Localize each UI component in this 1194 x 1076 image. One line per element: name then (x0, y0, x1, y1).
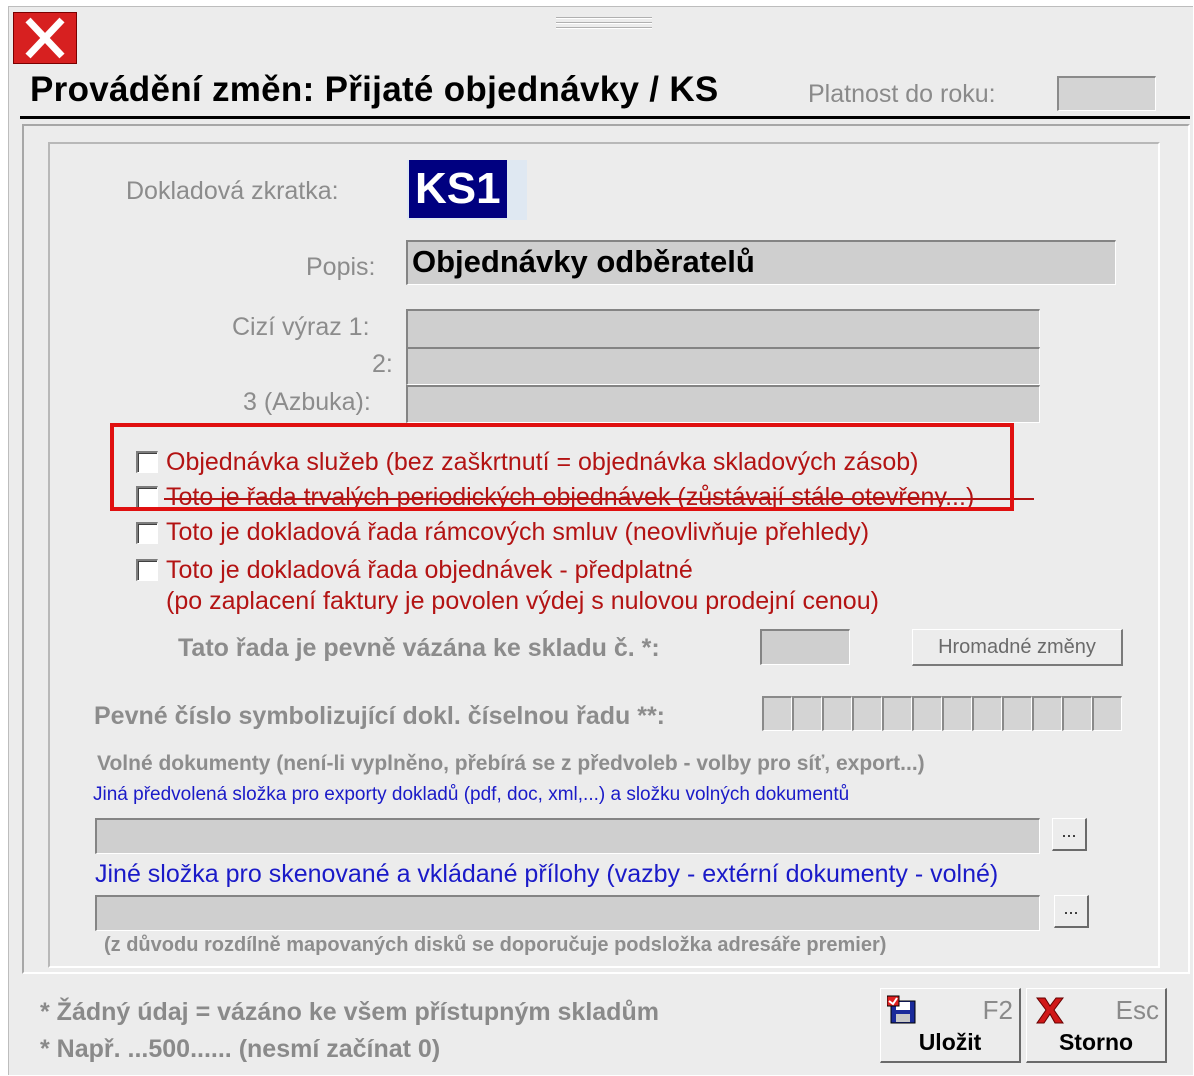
footer-note-2: * Např. ...500...... (nesmí začínat 0) (40, 1035, 441, 1063)
pevne-cislo-segment[interactable] (852, 696, 882, 731)
cizi-vyraz-2-label: 2: (372, 350, 393, 378)
pevne-cislo-segment[interactable] (882, 696, 912, 731)
skeny-folder-browse-button[interactable]: ... (1054, 895, 1089, 928)
cancel-x-icon (1036, 997, 1064, 1024)
save-button[interactable]: F2 Uložit (880, 988, 1021, 1063)
pevne-cislo-segment[interactable] (942, 696, 972, 731)
drag-handle[interactable] (556, 14, 652, 32)
cancel-label: Storno (1058, 1029, 1134, 1055)
disk-mapping-note: (z důvodu rozdílně mapovaných disků se d… (104, 934, 887, 956)
save-label: Uložit (918, 1029, 982, 1055)
pevne-cislo-segment[interactable] (1092, 696, 1122, 731)
footer-note-1: * Žádný údaj = vázáno ke všem přístupným… (40, 998, 659, 1026)
pevne-cislo-segment[interactable] (1062, 696, 1092, 731)
pevne-cislo-segment[interactable] (792, 696, 822, 731)
pevne-cislo-label: Pevné číslo symbolizující dokl. číselnou… (94, 702, 665, 730)
hromadne-zmeny-button[interactable]: Hromadné změny (912, 629, 1123, 666)
pevne-cislo-segment[interactable] (972, 696, 1002, 731)
cancel-button[interactable]: Esc Storno (1026, 988, 1167, 1063)
checkbox-predplatne[interactable] (136, 559, 158, 581)
cizi-vyraz-2-field[interactable] (406, 347, 1040, 385)
pevne-cislo-segment[interactable] (1032, 696, 1062, 731)
dokladova-zkratka-field[interactable]: KS1 (407, 160, 527, 220)
volne-dokumenty-label: Volné dokumenty (není-li vyplněno, přebí… (97, 752, 925, 775)
skeny-folder-field[interactable] (95, 895, 1040, 931)
checkbox-ramcove-smlouvy[interactable] (136, 522, 158, 544)
cizi-vyraz-1-field[interactable] (406, 309, 1040, 348)
skeny-folder-label: Jiné složka pro skenované a vkládané pří… (95, 860, 999, 888)
dokladova-zkratka-value: KS1 (409, 160, 507, 218)
cizi-vyraz-3-label: 3 (Azbuka): (243, 388, 371, 416)
close-button[interactable] (13, 12, 77, 64)
highlight-box (110, 423, 1014, 511)
popis-label: Popis: (306, 253, 376, 281)
title-divider (20, 116, 1190, 119)
sklad-field[interactable] (760, 629, 850, 665)
page-title: Provádění změn: Přijaté objednávky / KS (30, 70, 719, 109)
cancel-shortcut: Esc (1115, 995, 1159, 1025)
platnost-label: Platnost do roku: (808, 80, 996, 108)
export-folder-browse-button[interactable]: ... (1052, 818, 1087, 851)
checkbox-predplatne-label-line2: (po zaplacení faktury je povolen výdej s… (166, 587, 879, 615)
popis-value: Objednávky odběratelů (412, 244, 755, 279)
dokladova-zkratka-label: Dokladová zkratka: (126, 177, 339, 205)
export-folder-label: Jiná předvolená složka pro exporty dokla… (93, 784, 850, 805)
floppy-disk-icon (887, 995, 916, 1024)
checkbox-predplatne-label: Toto je dokladová řada objednávek - před… (166, 556, 693, 584)
cizi-vyraz-1-label: Cizí výraz 1: (232, 313, 370, 341)
cizi-vyraz-3-field[interactable] (406, 385, 1040, 423)
pevne-cislo-segment[interactable] (822, 696, 852, 731)
pevne-cislo-segment[interactable] (912, 696, 942, 731)
pevne-cislo-segment[interactable] (1002, 696, 1032, 731)
close-icon (25, 17, 65, 59)
platnost-field[interactable] (1057, 76, 1156, 111)
export-folder-field[interactable] (95, 818, 1040, 854)
pevne-cislo-segment[interactable] (762, 696, 792, 731)
sklad-label: Tato řada je pevně vázána ke skladu č. *… (178, 634, 660, 662)
checkbox-ramcove-smlouvy-label: Toto je dokladová řada rámcových smluv (… (166, 518, 870, 546)
save-shortcut: F2 (982, 995, 1013, 1025)
